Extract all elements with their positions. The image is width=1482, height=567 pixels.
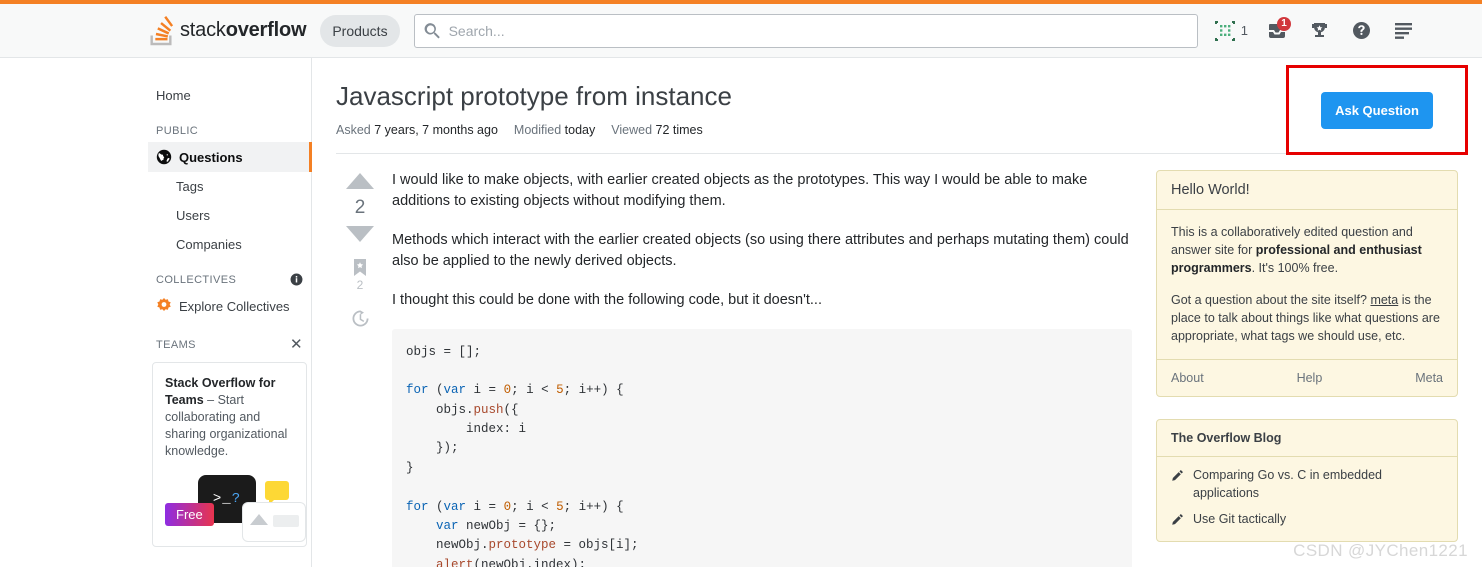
products-button[interactable]: Products <box>320 14 400 47</box>
vote-column: 2 2 <box>336 170 384 567</box>
post-body: I would like to make objects, with earli… <box>384 170 1132 567</box>
bookmark-icon <box>354 258 366 276</box>
sidebar-item-home[interactable]: Home <box>148 80 311 111</box>
search-container <box>413 13 1198 48</box>
collectives-icon <box>157 298 171 311</box>
hello-world-paragraph-1: This is a collaboratively edited questio… <box>1171 224 1422 275</box>
content-columns: 2 2 I would like to make objects, with e… <box>336 154 1458 567</box>
sidebar-item-explore-collectives[interactable]: Explore Collectives <box>148 291 311 321</box>
upvote-triangle-icon <box>250 514 268 526</box>
close-icon[interactable]: ✕ <box>290 337 303 352</box>
left-sidebar: Home PUBLIC Questions Tags Users Compani… <box>148 58 312 567</box>
reputation-count: 1 <box>1240 23 1248 38</box>
sidebar-section-teams: TEAMS ✕ <box>148 321 311 358</box>
meta-modified: Modified today <box>513 122 596 137</box>
post-paragraph: I thought this could be done with the fo… <box>392 291 822 308</box>
pencil-icon <box>1172 470 1183 482</box>
sidebar-item-tags-label: Tags <box>176 179 204 194</box>
blog-item-label: Comparing Go vs. C in embedded applicati… <box>1193 468 1382 500</box>
sidebar-item-companies-label: Companies <box>176 237 242 252</box>
teams-promo-illustration: >_? Free <box>165 471 305 542</box>
left-gutter <box>0 58 148 567</box>
sidebar-section-public-label: PUBLIC <box>156 125 199 137</box>
hamburger-icon <box>1394 23 1412 39</box>
hello-world-paragraph-2: Got a question about the site itself? me… <box>1171 292 1440 344</box>
hello-world-title: Hello World! <box>1157 171 1457 210</box>
hello-world-footer: About Help Meta <box>1157 359 1457 396</box>
hello-world-widget: Hello World! This is a collaboratively e… <box>1156 169 1458 398</box>
ask-question-highlight-box: Ask Question <box>1286 65 1468 155</box>
inbox-badge: 1 <box>1277 16 1291 31</box>
vote-count: 2 <box>354 196 366 218</box>
site-header: stackoverflow Products Search... 1 1 <box>0 4 1482 58</box>
free-badge: Free <box>165 503 214 527</box>
overflow-blog-title: The Overflow Blog <box>1157 420 1457 458</box>
sidebar-section-public: PUBLIC <box>148 111 311 142</box>
teams-promo-card[interactable]: Stack Overflow for Teams – Start collabo… <box>152 362 307 547</box>
downvote-icon[interactable] <box>345 225 375 243</box>
post-paragraph: I would like to make objects, with earli… <box>392 171 1088 209</box>
achievements-button[interactable]: 1 <box>1214 20 1254 42</box>
meta-asked: Asked 7 years, 7 months ago <box>336 122 498 137</box>
sidebar-section-collectives-label: COLLECTIVES <box>156 273 237 286</box>
code-content: objs = []; for (var i = 0; i < 5; i++) {… <box>406 344 639 567</box>
search-input[interactable] <box>413 13 1198 48</box>
info-icon[interactable] <box>290 273 303 286</box>
sidebar-item-explore-collectives-label: Explore Collectives <box>179 298 290 314</box>
right-sidebar: Hello World! This is a collaboratively e… <box>1156 169 1458 567</box>
bookmark-count: 2 <box>356 277 364 292</box>
history-icon[interactable] <box>351 309 370 328</box>
sidebar-item-users[interactable]: Users <box>148 201 311 230</box>
ask-question-button[interactable]: Ask Question <box>1321 91 1433 129</box>
achievements-icon <box>1214 20 1235 41</box>
sidebar-item-tags[interactable]: Tags <box>148 172 311 201</box>
blog-item[interactable]: Use Git tactically <box>1171 511 1443 529</box>
sidebar-item-companies[interactable]: Companies <box>148 230 311 259</box>
sidebar-item-users-label: Users <box>176 208 210 223</box>
code-block: objs = []; for (var i = 0; i < 5; i++) {… <box>392 328 1132 567</box>
about-link[interactable]: About <box>1171 371 1204 385</box>
stackoverflow-logo-icon <box>150 15 174 45</box>
help-button[interactable] <box>1342 13 1380 49</box>
question-post: 2 2 I would like to make objects, with e… <box>336 170 1132 567</box>
logo-text: stackoverflow <box>180 19 307 41</box>
help-icon <box>1352 22 1370 39</box>
trophy-button[interactable] <box>1300 13 1338 49</box>
inbox-button[interactable]: 1 <box>1258 13 1296 49</box>
bookmark-control[interactable]: 2 <box>352 258 368 292</box>
sidebar-section-teams-label: TEAMS <box>156 338 196 351</box>
overflow-blog-widget: The Overflow Blog Comparing Go vs. C in … <box>1156 419 1458 542</box>
sidebar-item-questions-label: Questions <box>179 149 243 165</box>
globe-icon <box>156 149 172 165</box>
meta-viewed: Viewed 72 times <box>611 122 703 137</box>
pencil-icon <box>1172 514 1183 526</box>
sidebar-item-questions[interactable]: Questions <box>148 142 312 172</box>
teams-promo-text: Stack Overflow for Teams – Start collabo… <box>165 375 294 459</box>
card-illustration <box>243 503 305 542</box>
help-link[interactable]: Help <box>1297 371 1323 385</box>
blog-item-label: Use Git tactically <box>1193 512 1287 527</box>
meta-footer-link[interactable]: Meta <box>1415 371 1443 385</box>
post-paragraph: Methods which interact with the earlier … <box>392 231 1129 269</box>
chat-bubble-icon <box>265 481 289 506</box>
question-header: Javascript prototype from instance Asked… <box>336 65 1468 155</box>
main-content: Javascript prototype from instance Asked… <box>312 58 1482 567</box>
hello-world-body: This is a collaboratively edited questio… <box>1157 210 1457 360</box>
hamburger-button[interactable] <box>1384 13 1422 49</box>
sidebar-section-collectives: COLLECTIVES <box>148 259 311 291</box>
overflow-blog-list: Comparing Go vs. C in embedded applicati… <box>1157 457 1457 541</box>
stackoverflow-logo[interactable]: stackoverflow <box>148 15 307 46</box>
meta-link[interactable]: meta <box>1370 293 1398 307</box>
blog-item[interactable]: Comparing Go vs. C in embedded applicati… <box>1171 467 1443 502</box>
trophy-icon <box>1311 23 1327 37</box>
header-icon-group: 1 1 <box>1214 13 1422 49</box>
upvote-icon[interactable] <box>345 172 375 190</box>
placeholder-bar <box>273 515 299 528</box>
